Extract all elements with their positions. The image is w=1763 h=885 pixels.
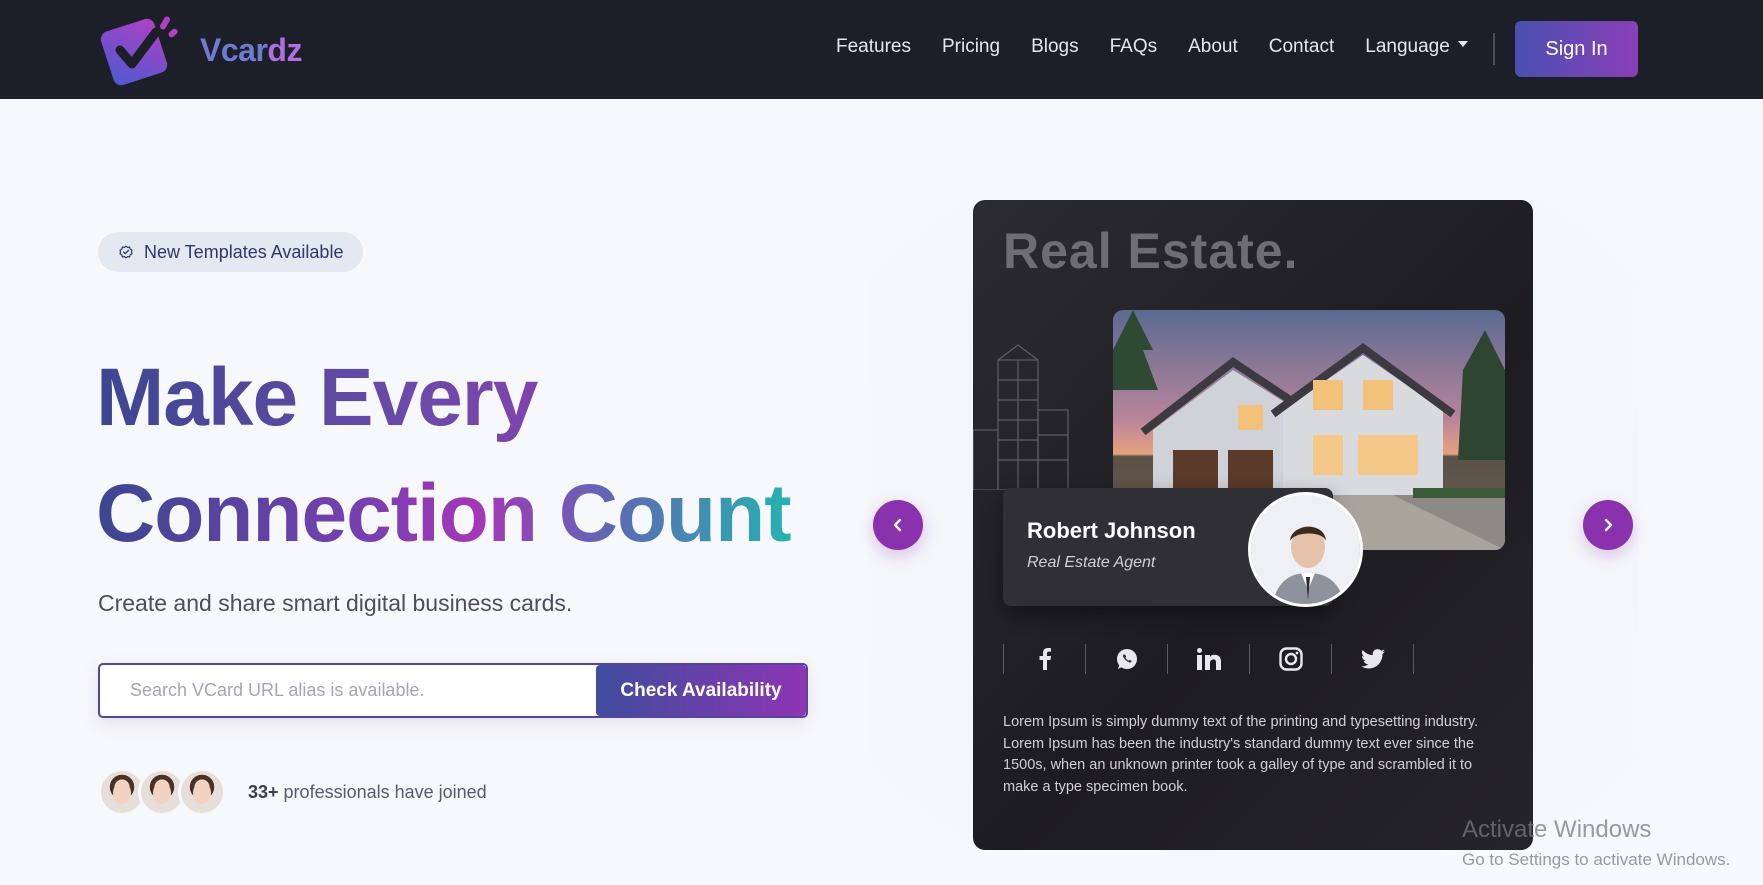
facebook-icon[interactable] — [1004, 644, 1085, 674]
nav-menu: Features Pricing Blogs FAQs About Contac… — [836, 36, 1499, 58]
social-links — [1003, 644, 1414, 674]
profile-name: Robert Johnson — [1027, 518, 1196, 543]
card-description: Lorem Ipsum is simply dummy text of the … — [1003, 714, 1479, 795]
whatsapp-icon[interactable] — [1086, 644, 1167, 674]
carousel-next-button[interactable] — [1583, 500, 1633, 550]
joined-count: 33+ — [248, 782, 279, 802]
badge-check-icon — [119, 245, 133, 259]
chevron-left-icon — [893, 518, 902, 532]
brand-name-part2: dz — [267, 31, 302, 68]
alias-search-input[interactable] — [100, 665, 596, 716]
brand-name: Vcardz — [200, 32, 302, 69]
new-templates-badge: New Templates Available — [98, 232, 364, 272]
instagram-icon[interactable] — [1250, 644, 1331, 674]
language-dropdown[interactable]: Language — [1365, 36, 1468, 58]
nav-link-contact[interactable]: Contact — [1269, 36, 1334, 58]
chevron-right-icon — [1604, 518, 1613, 532]
profile-avatar — [1248, 492, 1363, 607]
social-divider — [1413, 644, 1414, 674]
carousel-prev-button[interactable] — [873, 500, 923, 550]
sign-in-button[interactable]: Sign In — [1515, 21, 1638, 77]
headline-line-1: Make Every — [96, 340, 791, 456]
vcard-preview: Real Estate. Robert Johnson Real Estate … — [973, 200, 1533, 850]
hero-subtitle: Create and share smart digital business … — [98, 590, 573, 616]
headline-line-2: Connection Count — [96, 456, 791, 572]
headline-word-every: Every — [318, 352, 538, 443]
nav-link-pricing[interactable]: Pricing — [942, 36, 1000, 58]
brand-logo[interactable]: Vcardz — [98, 10, 302, 90]
nav-link-blogs[interactable]: Blogs — [1031, 36, 1079, 58]
joined-avatars — [98, 768, 226, 816]
top-navbar: Vcardz Features Pricing Blogs FAQs About… — [0, 0, 1763, 99]
headline-word-make: Make — [96, 352, 319, 443]
logo-icon — [98, 10, 184, 90]
check-availability-button[interactable]: Check Availability — [596, 665, 806, 716]
activate-windows-subtitle: Go to Settings to activate Windows. — [1462, 850, 1731, 869]
alias-search-form: Check Availability — [98, 663, 808, 718]
chevron-down-icon — [1457, 41, 1468, 47]
hero-headline: Make Every Connection Count — [96, 340, 791, 572]
badge-label: New Templates Available — [144, 241, 344, 262]
profile-role: Real Estate Agent — [1027, 554, 1156, 571]
nav-link-faqs[interactable]: FAQs — [1110, 36, 1158, 58]
language-label: Language — [1365, 36, 1450, 57]
nav-link-about[interactable]: About — [1188, 36, 1238, 58]
joined-text: 33+ professionals have joined — [248, 782, 487, 803]
headline-word-count: Count — [558, 468, 791, 559]
avatar — [178, 768, 226, 816]
twitter-icon[interactable] — [1332, 644, 1413, 674]
linkedin-icon[interactable] — [1168, 644, 1249, 674]
brand-name-part1: Vcar — [200, 31, 268, 68]
headline-word-connection: Connection — [96, 468, 559, 559]
building-sketch-icon — [973, 344, 1069, 490]
joined-label: professionals have joined — [278, 782, 487, 802]
activate-windows-title: Activate Windows — [1462, 816, 1652, 843]
card-title: Real Estate. — [1003, 223, 1299, 279]
nav-link-features[interactable]: Features — [836, 36, 911, 58]
nav-divider — [1493, 33, 1495, 65]
